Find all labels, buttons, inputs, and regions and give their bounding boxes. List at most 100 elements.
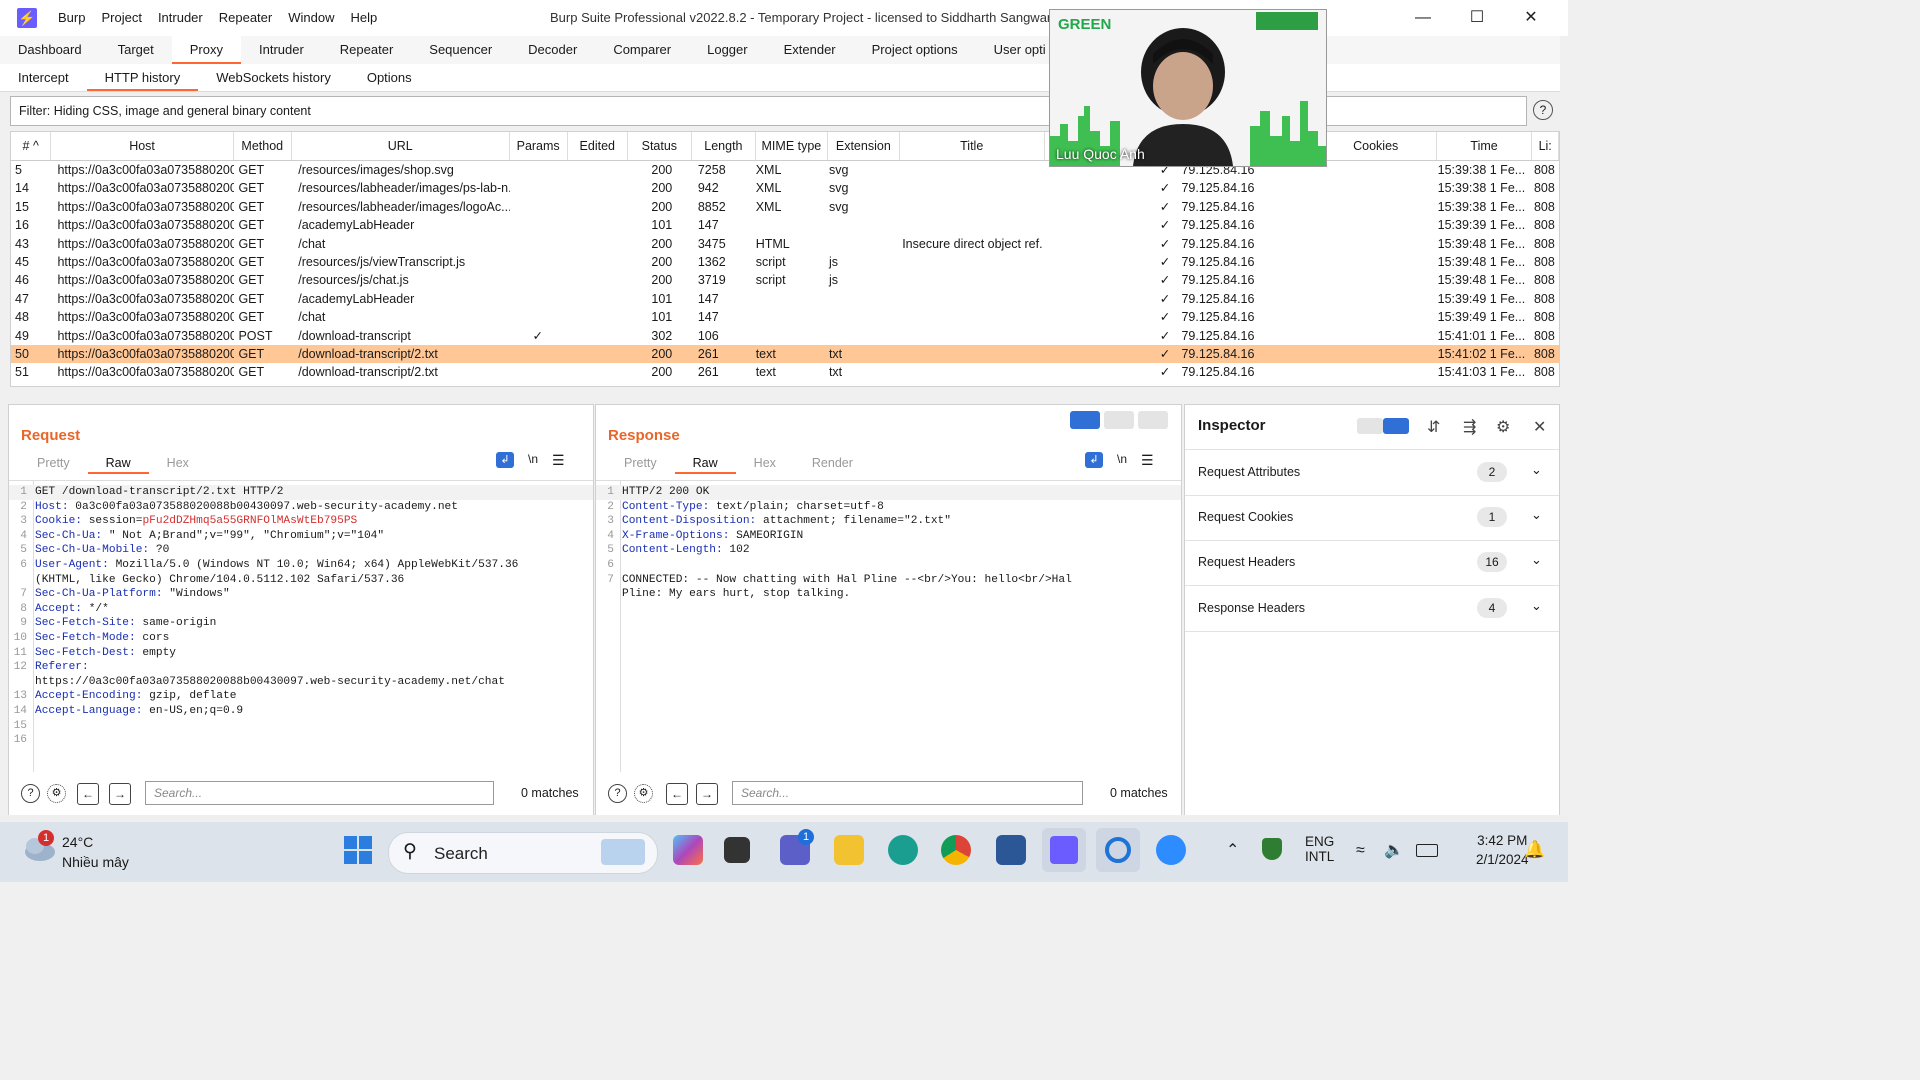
tab-repeater[interactable]: Repeater (322, 36, 411, 64)
copilot-icon[interactable] (673, 835, 703, 865)
chevron-down-icon[interactable]: ⌄ (1531, 598, 1542, 614)
back-arrow-icon[interactable]: ← (666, 783, 688, 805)
terminal-icon[interactable] (724, 837, 750, 863)
table-row[interactable]: 50 https://0a3c00fa03a0735880200... GET/do… (11, 344, 1559, 364)
side-by-side-layout-icon[interactable] (1070, 411, 1100, 429)
tab-project-options[interactable]: Project options (854, 36, 976, 64)
browser-taskbar-icon[interactable] (1096, 828, 1140, 872)
file-explorer-icon[interactable] (834, 835, 864, 865)
forward-arrow-icon[interactable]: → (109, 783, 131, 805)
zoom-icon[interactable] (1156, 835, 1186, 865)
tab-pretty[interactable]: Pretty (606, 454, 675, 474)
forward-arrow-icon[interactable]: → (696, 783, 718, 805)
column-header[interactable]: Li: (1532, 132, 1559, 160)
search-input[interactable]: Search... (732, 781, 1083, 805)
tab-target[interactable]: Target (100, 36, 172, 64)
column-header[interactable]: Edited (568, 132, 628, 160)
table-row[interactable]: 47 https://0a3c00fa03a0735880200... GET/ac… (11, 290, 1559, 308)
menu-icon[interactable]: ☰ (1141, 452, 1154, 469)
tab-dashboard[interactable]: Dashboard (0, 36, 100, 64)
table-row[interactable]: 15 https://0a3c00fa03a0735880200... GET/re… (11, 198, 1559, 216)
menu-burp[interactable]: Burp (50, 0, 93, 36)
chevron-up-icon[interactable]: ⌃ (1226, 840, 1239, 860)
tab-hex[interactable]: Hex (736, 454, 794, 474)
tab-options[interactable]: Options (349, 64, 430, 91)
system-clock[interactable]: 3:42 PM 2/1/2024 (1476, 833, 1529, 867)
tab-raw[interactable]: Raw (674, 454, 736, 474)
tab-raw[interactable]: Raw (87, 454, 149, 474)
tab-websockets-history[interactable]: WebSockets history (198, 64, 349, 91)
chevron-down-icon[interactable]: ⌄ (1531, 552, 1542, 568)
column-header[interactable]: Length (692, 132, 756, 160)
column-header[interactable]: Cookies (1316, 132, 1437, 160)
layout-left-icon[interactable] (1357, 418, 1383, 434)
tab-http-history[interactable]: HTTP history (86, 64, 199, 91)
chevron-down-icon[interactable]: ⌄ (1531, 462, 1542, 478)
word-icon[interactable] (996, 835, 1026, 865)
column-header[interactable]: Status (628, 132, 692, 160)
tab-proxy[interactable]: Proxy (171, 36, 241, 64)
layout-right-icon[interactable] (1383, 418, 1409, 434)
wifi-icon[interactable]: ≈ (1356, 842, 1365, 860)
table-row[interactable]: 51 https://0a3c00fa03a0735880200... GET/do… (11, 363, 1559, 381)
column-header[interactable]: Method (234, 132, 292, 160)
notification-bell-icon[interactable]: 🔔 (1524, 840, 1545, 860)
table-row[interactable]: 14 https://0a3c00fa03a0735880200... GET/re… (11, 179, 1559, 197)
webcam-overlay[interactable]: GREEN Luu Quoc Anh (1049, 9, 1327, 167)
help-icon[interactable]: ? (608, 784, 627, 803)
table-row[interactable]: 16 https://0a3c00fa03a0735880200... GET/ac… (11, 216, 1559, 234)
column-header[interactable]: Extension (828, 132, 900, 160)
inspector-section[interactable]: Request Attributes 2 ⌄ (1185, 449, 1559, 496)
menu-project[interactable]: Project (93, 0, 149, 36)
table-row[interactable]: 43 https://0a3c00fa03a0735880200... GET/ch… (11, 235, 1559, 253)
menu-intruder[interactable]: Intruder (150, 0, 211, 36)
gear-icon[interactable]: ⚙ (634, 784, 653, 803)
gear-icon[interactable]: ⚙ (47, 784, 66, 803)
close-icon[interactable]: ✕ (1533, 417, 1546, 437)
back-arrow-icon[interactable]: ← (77, 783, 99, 805)
table-row[interactable]: 48 https://0a3c00fa03a0735880200... GET/ch… (11, 308, 1559, 326)
burp-taskbar-icon[interactable] (1042, 828, 1086, 872)
tab-comparer[interactable]: Comparer (595, 36, 689, 64)
request-editor[interactable]: 1 GET /download-transcript/2.txt HTTP/2 2 H… (9, 480, 593, 772)
column-header[interactable]: Params (510, 132, 568, 160)
security-shield-icon[interactable] (1262, 838, 1282, 860)
column-header[interactable]: MIME type (756, 132, 828, 160)
tab-extender[interactable]: Extender (766, 36, 854, 64)
minimize-icon[interactable]: — (1396, 0, 1450, 36)
tab-sequencer[interactable]: Sequencer (411, 36, 510, 64)
response-editor[interactable]: 1 HTTP/2 200 OK 2 Content-Type: text/plain;… (596, 480, 1181, 772)
battery-icon[interactable] (1416, 844, 1438, 857)
help-icon[interactable]: ? (21, 784, 40, 803)
menu-help[interactable]: Help (342, 0, 385, 36)
tab-intercept[interactable]: Intercept (0, 64, 87, 91)
word-wrap-icon[interactable]: ↲ (496, 452, 514, 468)
chevron-down-icon[interactable]: ⌄ (1531, 507, 1542, 523)
maximize-icon[interactable]: ☐ (1450, 0, 1504, 36)
inspector-section[interactable]: Request Headers 16 ⌄ (1185, 540, 1559, 586)
collapse-all-icon[interactable]: ⇶ (1463, 417, 1476, 437)
gear-icon[interactable]: ⚙ (1496, 417, 1510, 437)
newline-icon[interactable]: \n (528, 452, 538, 469)
word-wrap-icon[interactable]: ↲ (1085, 452, 1103, 468)
stacked-layout-icon[interactable] (1104, 411, 1134, 429)
taskbar-search[interactable]: ⚲ Search (388, 832, 658, 874)
teams-icon[interactable]: 1 (780, 829, 814, 865)
inspector-section[interactable]: Response Headers 4 ⌄ (1185, 586, 1559, 632)
tab-intruder[interactable]: Intruder (241, 36, 322, 64)
weather-widget[interactable]: 1 24°C Nhiều mây (22, 830, 129, 870)
volume-icon[interactable]: 🔈 (1384, 840, 1404, 860)
menu-icon[interactable]: ☰ (552, 452, 565, 469)
tab-decoder[interactable]: Decoder (510, 36, 595, 64)
column-header[interactable]: # ^ (11, 132, 52, 160)
inspector-section[interactable]: Request Cookies 1 ⌄ (1185, 495, 1559, 541)
tab-render[interactable]: Render (794, 454, 871, 474)
close-icon[interactable]: ✕ (1504, 0, 1558, 36)
tabbed-layout-icon[interactable] (1138, 411, 1168, 429)
newline-icon[interactable]: \n (1117, 452, 1127, 469)
search-input[interactable]: Search... (145, 781, 494, 805)
edge-icon[interactable] (888, 835, 918, 865)
language-indicator[interactable]: ENG INTL (1305, 834, 1334, 864)
menu-window[interactable]: Window (280, 0, 342, 36)
tab-logger[interactable]: Logger (689, 36, 765, 64)
